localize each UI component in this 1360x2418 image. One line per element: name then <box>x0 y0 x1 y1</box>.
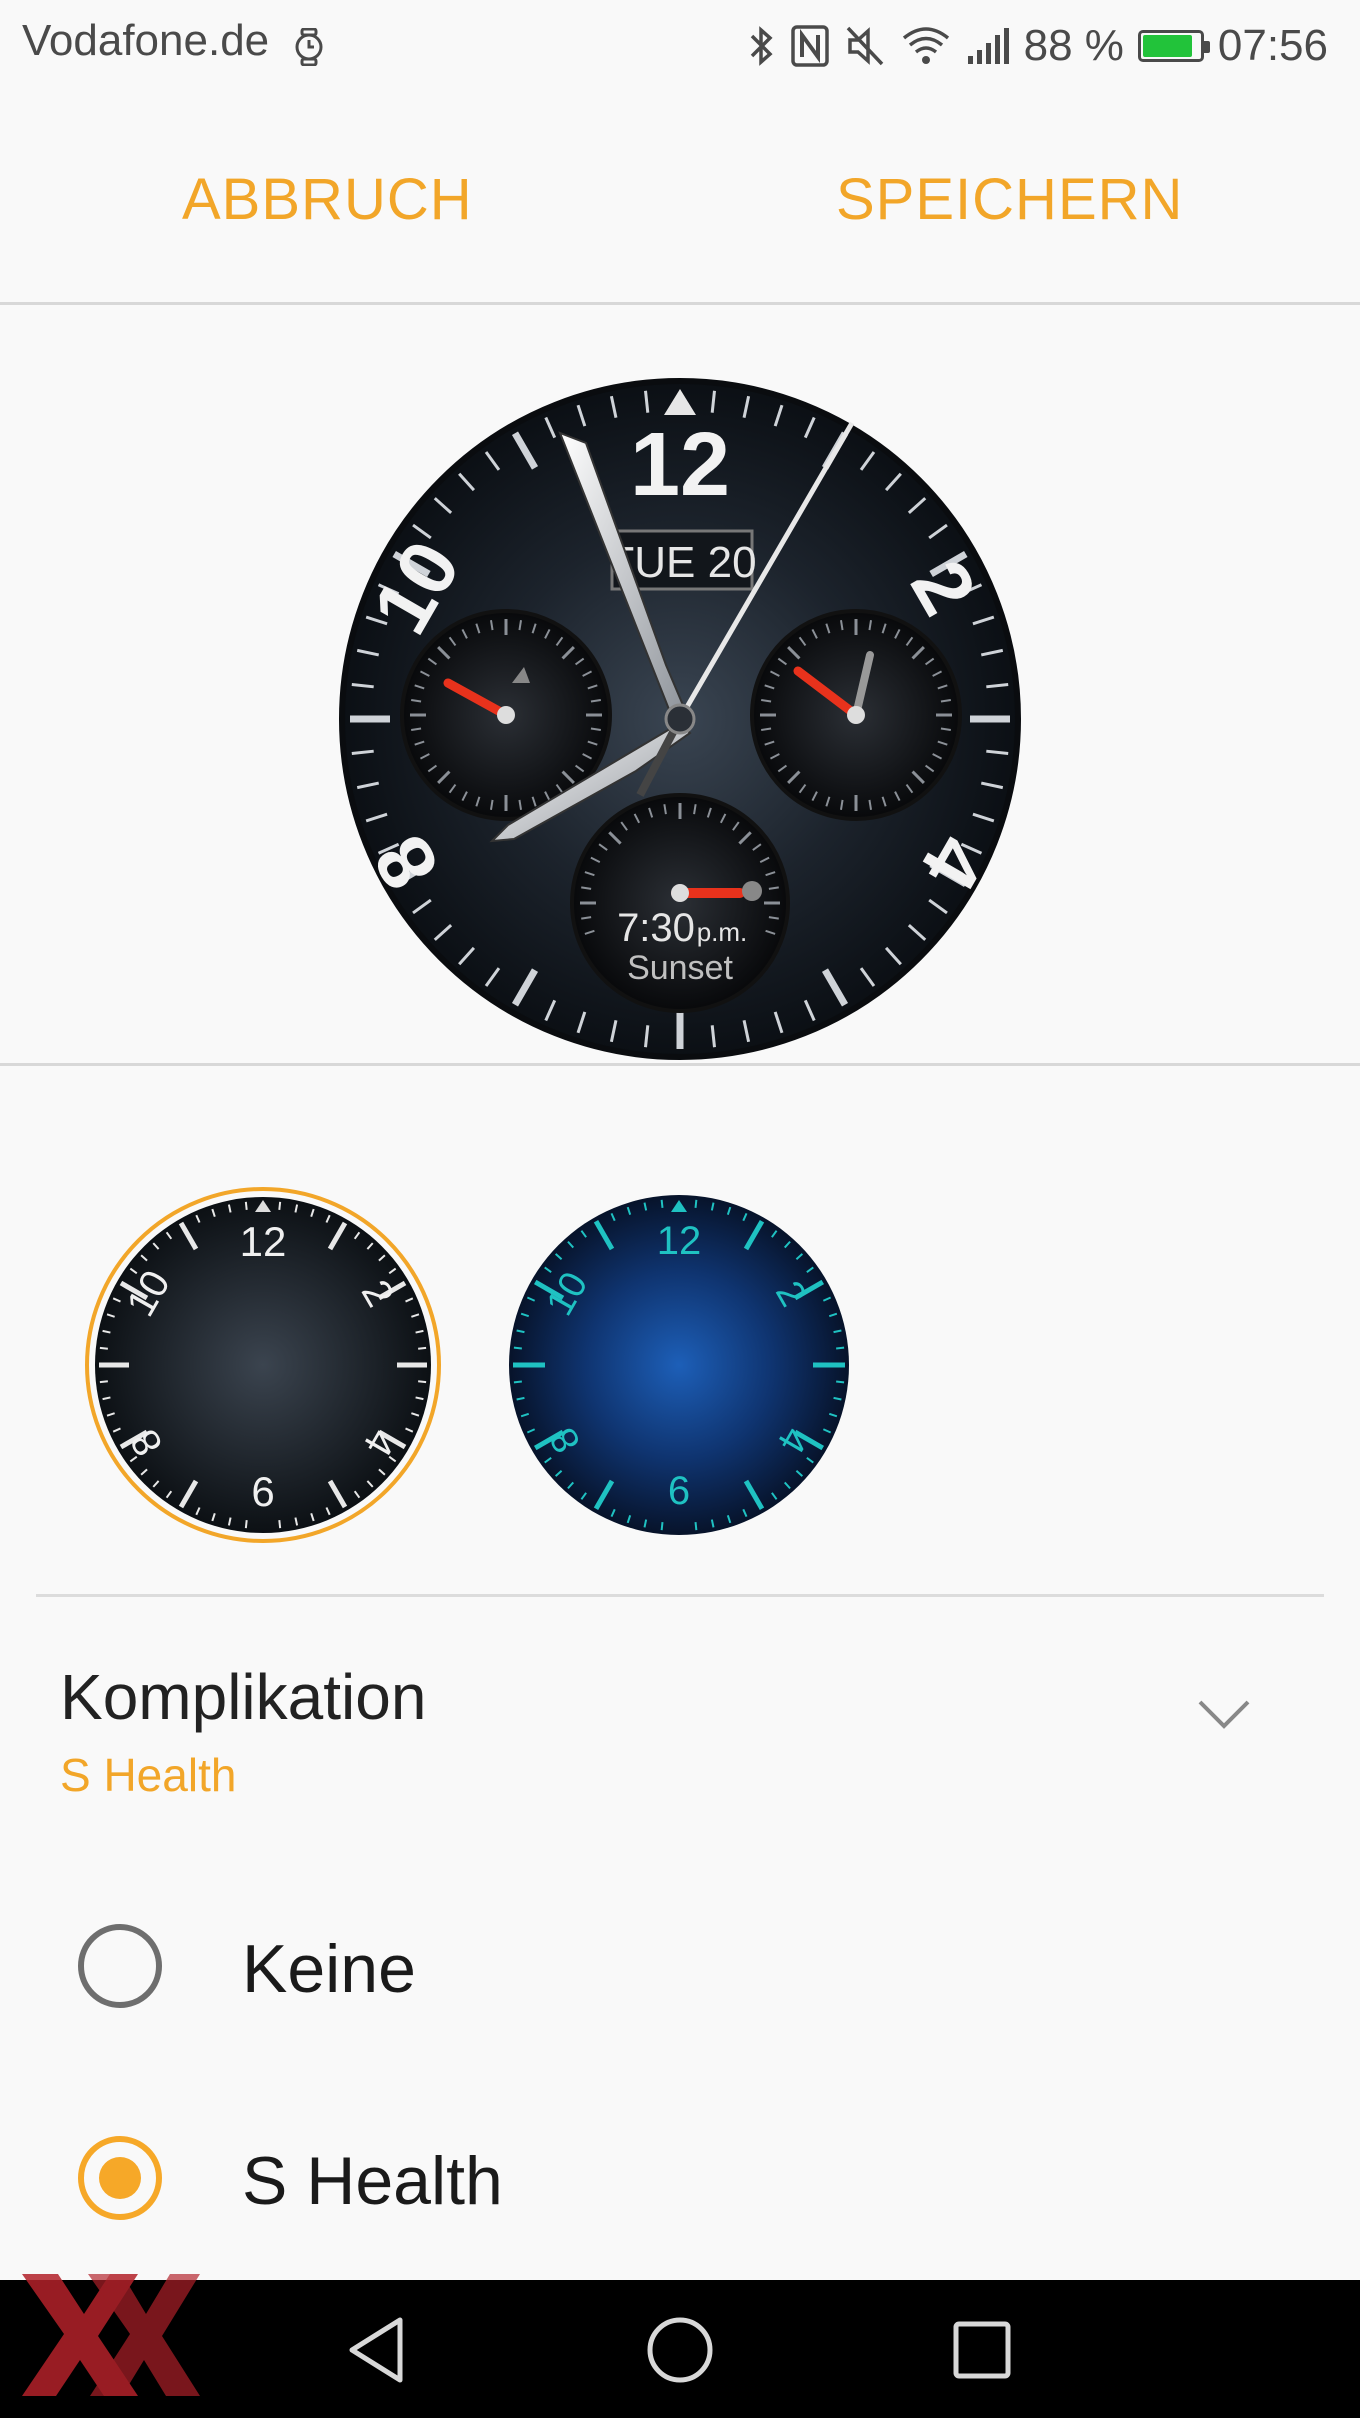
watch-preview: 12 2 4 8 10 TUE 20 7:30 p.m. Sunset <box>0 305 1360 1065</box>
battery-percent: 88 % <box>1023 21 1124 70</box>
tick-mark <box>513 1380 522 1384</box>
watch-thumbnail-black: 12 2 4 6 8 10 <box>85 1187 441 1543</box>
carrier-label: Vodafone.de <box>22 16 270 65</box>
battery-charging-icon <box>1137 30 1210 62</box>
option-label: Keine <box>242 1931 416 2007</box>
complication-dropdown[interactable]: Komplikation S Health <box>0 1600 1360 1830</box>
nfc-icon <box>790 25 829 67</box>
numeral-12: 12 <box>657 1219 702 1263</box>
tick-mark <box>418 1346 427 1350</box>
tick-mark <box>694 1522 698 1531</box>
watch-style-black-thumbnail[interactable]: 12 2 4 6 8 10 <box>84 1186 442 1544</box>
status-icons: 88 % 07:56 <box>746 16 1328 76</box>
action-bar: ABBRUCH SPEICHERN <box>0 92 1360 302</box>
tick-mark <box>836 1380 845 1384</box>
watch-thumbnail-blue: 12 2 4 6 8 10 <box>509 1195 849 1535</box>
radio-selected[interactable] <box>78 2136 162 2220</box>
numeral-6: 6 <box>251 1468 274 1515</box>
battery-level-fill <box>1142 35 1193 57</box>
tick-mark <box>660 1522 664 1531</box>
tick-mark <box>418 1380 427 1384</box>
sunset-time: 7:30 <box>617 906 695 950</box>
complication-title: Komplikation <box>60 1661 427 1733</box>
status-bar: Vodafone.de 88 % 07:56 <box>0 0 1360 92</box>
tick-mark <box>244 1201 248 1210</box>
tick-mark <box>278 1201 282 1210</box>
watermark-logo-icon <box>22 2274 200 2396</box>
hand-pivot <box>664 703 696 735</box>
numeral-12: 12 <box>630 415 730 515</box>
option-keine[interactable]: Keine <box>0 1866 1360 2066</box>
bluetooth-icon <box>750 26 773 66</box>
mute-icon <box>846 26 883 66</box>
tick-mark <box>99 1346 108 1350</box>
recent-apps-icon[interactable] <box>942 2310 1022 2390</box>
watch-style-blue-thumbnail[interactable]: 12 2 4 6 8 10 <box>506 1192 852 1538</box>
home-icon[interactable] <box>640 2310 720 2390</box>
numeral-12: 12 <box>240 1218 287 1265</box>
tick-mark <box>694 1199 698 1208</box>
chevron-down-icon[interactable] <box>1196 1696 1252 1732</box>
numeral-6: 6 <box>668 1469 690 1513</box>
sunset-suffix: p.m. <box>697 917 748 947</box>
sunset-label: Sunset <box>627 949 733 987</box>
cancel-button[interactable]: ABBRUCH <box>182 166 473 233</box>
back-icon[interactable] <box>338 2310 418 2390</box>
tick-mark <box>244 1520 248 1529</box>
tick-mark <box>513 1346 522 1350</box>
clock: 07:56 <box>1217 21 1328 70</box>
tick-mark <box>660 1199 664 1208</box>
save-button[interactable]: SPEICHERN <box>836 166 1183 233</box>
wifi-icon <box>902 27 949 64</box>
watch-icon <box>295 28 323 66</box>
tick-mark <box>99 1380 108 1384</box>
navigation-bar <box>0 2280 1360 2418</box>
divider <box>36 1594 1324 1597</box>
tick-mark <box>836 1346 845 1350</box>
option-label: S Health <box>242 2143 503 2219</box>
complication-value: S Health <box>60 1749 237 1801</box>
signal-icon <box>967 28 1009 64</box>
watch-face-preview: 12 2 4 8 10 TUE 20 7:30 p.m. Sunset <box>339 378 1021 1060</box>
radio-unselected[interactable] <box>78 1924 162 2008</box>
option-s-health[interactable]: S Health <box>0 2078 1360 2278</box>
divider <box>0 1063 1360 1066</box>
tick-mark <box>278 1520 282 1529</box>
